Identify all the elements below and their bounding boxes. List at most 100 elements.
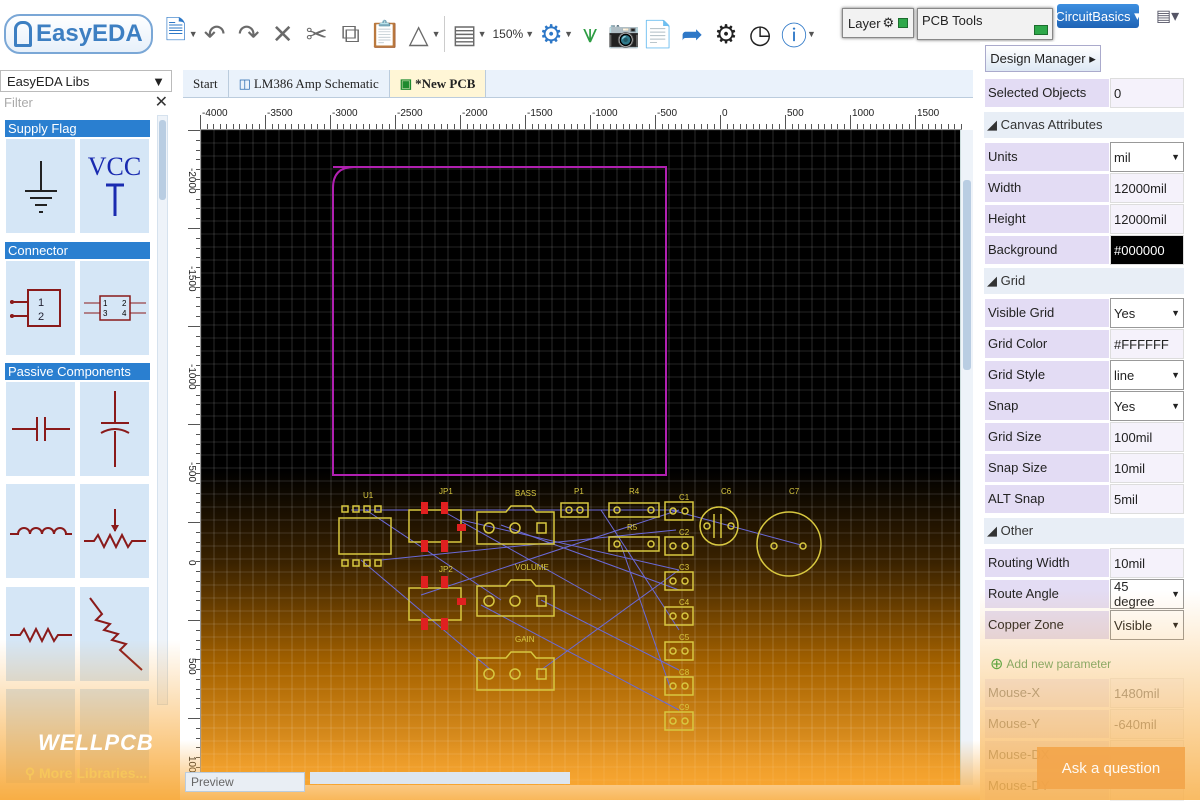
component-c6[interactable]: C6 — [699, 487, 739, 546]
prop-select[interactable]: Yes ▼ — [1110, 298, 1184, 328]
section-label: Other — [1000, 523, 1034, 538]
delete-icon[interactable]: ✕ — [266, 14, 300, 54]
folder-icon[interactable]: 🗎 — [159, 14, 193, 54]
canvas-horizontal-scrollbar[interactable] — [310, 772, 570, 784]
chevron-down-icon[interactable]: ▼ — [525, 29, 534, 39]
ruler-tick-label: -2500 — [397, 108, 423, 119]
preview-panel[interactable]: Preview — [185, 772, 305, 792]
component-r4[interactable]: R4 — [608, 487, 660, 518]
collapse-icon: ◢ — [987, 523, 1001, 538]
library-select-value: EasyEDA Libs — [7, 73, 90, 89]
clear-icon[interactable]: △ — [402, 14, 436, 54]
ruler-tick — [196, 149, 200, 151]
design-manager-button[interactable]: Design Manager ▸ — [985, 45, 1101, 72]
history-icon[interactable]: ◷ — [743, 14, 777, 54]
settings-gear-icon[interactable]: ⚙ — [534, 14, 568, 54]
tab-start[interactable]: Start — [183, 70, 229, 97]
prop-label: Routing Width — [984, 548, 1110, 578]
ruler-tick — [720, 115, 721, 129]
ruler-tick — [196, 208, 200, 210]
svg-text:P1: P1 — [574, 487, 584, 496]
capacitor-polar[interactable] — [79, 381, 150, 477]
ruler-horizontal: -4000 -3500 -3000 -2500 -2000 -1500 -1000 -500 0… — [200, 100, 962, 130]
user-menu-button[interactable]: CircuitBasics ▾ — [1055, 4, 1141, 28]
section-grid[interactable]: ◢ Grid — [984, 268, 1184, 294]
prop-label: Height — [984, 204, 1110, 234]
info-icon[interactable]: ⓘ — [777, 14, 811, 54]
component-c7[interactable]: C7 — [756, 487, 822, 577]
connector-2pin[interactable]: 12 — [5, 260, 76, 356]
ruler-tick-label: -500 — [657, 108, 678, 119]
pcb-canvas[interactable]: U1 JP1 JP2 BASS VOLUME GAIN P1 R4 R5 C1 C… — [201, 130, 960, 785]
easyeda-logo[interactable]: EasyEDA — [4, 14, 153, 54]
potentiometer[interactable] — [79, 483, 150, 579]
section-canvas-attributes[interactable]: ◢ Canvas Attributes — [984, 112, 1184, 138]
section-other[interactable]: ◢ Other — [984, 518, 1184, 544]
component-r5[interactable]: R5 — [608, 523, 660, 552]
component-volume[interactable]: VOLUME — [476, 563, 555, 617]
close-icon[interactable]: ✕ — [155, 92, 168, 112]
cut-icon[interactable]: ✂ — [300, 14, 334, 54]
design-manager-label: Design Manager — [990, 51, 1086, 66]
ask-question-button[interactable]: Ask a question — [1037, 747, 1185, 789]
capacitor-nonpolar[interactable] — [5, 381, 76, 477]
zoom-level[interactable]: 150% — [493, 27, 524, 41]
ruler-tick — [310, 124, 312, 129]
component-bass[interactable]: BASS — [476, 489, 555, 545]
pad — [681, 507, 689, 515]
library-select[interactable]: EasyEDA Libs ▼ — [0, 70, 172, 92]
pcb-tools-toggle[interactable]: PCB Tools — [917, 8, 1053, 40]
prop-select[interactable]: line ▼ — [1110, 360, 1184, 390]
ruler-tick — [196, 463, 200, 465]
ruler-tick — [824, 124, 825, 129]
prop-input[interactable]: 100mil — [1110, 422, 1184, 452]
prop-input[interactable]: #000000 — [1110, 235, 1184, 265]
prop-input[interactable]: 12000mil — [1110, 204, 1184, 234]
category-supply-flag[interactable]: Supply Flag — [5, 120, 150, 137]
ruler-tick — [499, 124, 500, 129]
ruler-tick — [746, 124, 747, 129]
component-gain[interactable]: GAIN — [476, 635, 555, 691]
vcc-symbol[interactable]: VCC — [79, 138, 150, 234]
window-menu-icon[interactable]: ▤▾ — [1156, 6, 1182, 26]
library-scrollbar[interactable] — [157, 115, 168, 705]
pcb-drawing[interactable]: U1 JP1 JP2 BASS VOLUME GAIN P1 R4 R5 C1 C… — [201, 130, 960, 785]
tab-lm386-schematic[interactable]: ◫ LM386 Amp Schematic — [229, 70, 390, 97]
prop-input[interactable]: 12000mil — [1110, 173, 1184, 203]
more-libraries-link[interactable]: ⚲ More Libraries... — [0, 758, 172, 788]
category-connector[interactable]: Connector — [5, 242, 150, 259]
scrollbar-thumb[interactable] — [963, 180, 971, 370]
prop-value: 12000mil — [1114, 211, 1167, 227]
prop-select[interactable]: mil ▼ — [1110, 142, 1184, 172]
layer-toggle[interactable]: Layer ⚙ — [842, 8, 914, 38]
align-icon[interactable]: ▤ — [448, 14, 482, 54]
camera-icon[interactable]: 📷 — [607, 14, 641, 54]
undo-icon[interactable]: ↶ — [198, 14, 232, 54]
tab-new-pcb[interactable]: ▣ *New PCB — [389, 70, 487, 97]
redo-icon[interactable]: ↷ — [232, 14, 266, 54]
prop-select[interactable]: Yes ▼ — [1110, 391, 1184, 421]
connector-4pin[interactable]: 13 24 — [79, 260, 150, 356]
collapse-icon: ◢ — [987, 273, 1001, 288]
prop-label: Background — [984, 235, 1110, 265]
ground-symbol[interactable] — [5, 138, 76, 234]
export-icon[interactable]: ➦ — [675, 14, 709, 54]
filter-input[interactable]: Filter ✕ — [0, 92, 172, 112]
inductor[interactable] — [5, 483, 76, 579]
scrollbar-thumb[interactable] — [159, 120, 166, 200]
prop-input[interactable]: 5mil — [1110, 484, 1184, 514]
ruler-tick — [876, 124, 877, 129]
ruler-tick — [196, 355, 200, 357]
category-passive-components[interactable]: Passive Components — [5, 363, 150, 380]
steam-icon[interactable]: ⚙ — [709, 14, 743, 54]
canvas-vertical-scrollbar[interactable] — [960, 130, 973, 785]
ruler-tick — [473, 124, 474, 129]
copy-icon[interactable]: ⧉ — [334, 14, 368, 54]
bom-icon[interactable]: 📄 — [641, 14, 675, 54]
prop-input[interactable]: 10mil — [1110, 453, 1184, 483]
paste-icon[interactable]: 📋 — [368, 14, 402, 54]
prop-input[interactable]: #FFFFFF — [1110, 329, 1184, 359]
ruler-tick — [196, 531, 200, 533]
prop-input[interactable]: 10mil — [1110, 548, 1184, 578]
share-icon[interactable]: ⩛ — [573, 14, 607, 54]
